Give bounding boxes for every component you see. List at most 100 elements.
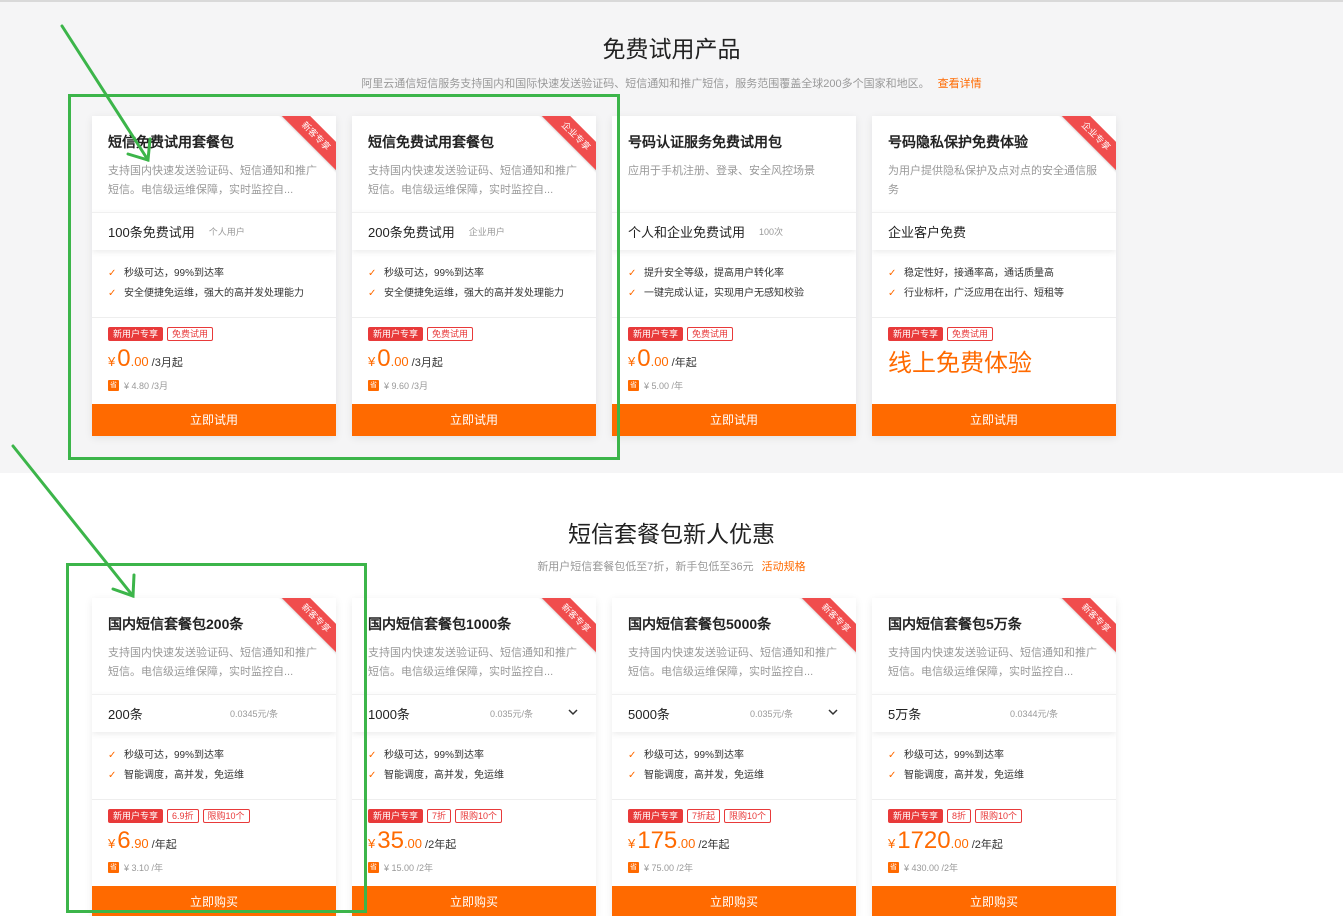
feature-item: ✓ 秒级可达，99%到达率 — [628, 746, 840, 766]
spec-selector[interactable]: 1000条 0.035元/条 — [352, 694, 596, 732]
promo-tag: 新用户专享 — [888, 327, 944, 341]
spec-note: 0.035元/条 — [750, 709, 794, 719]
original-price: 省 ¥ 75.00 /2年 — [628, 861, 840, 874]
feature-text: 一键完成认证，实现用户无感知校验 — [644, 288, 804, 299]
original-price: 省 ¥ 430.00 /2年 — [888, 861, 1100, 874]
tag-list: 新用户专享 8折 限购10个 — [888, 809, 1100, 823]
feature-item: ✓ 提升安全等级，提高用户转化率 — [628, 264, 840, 284]
section-subtitle: 阿里云通信短信服务支持国内和国际快速发送验证码、短信通知和推广短信，服务范围覆盖… — [0, 75, 1343, 91]
price-decimal: .00 — [403, 836, 423, 851]
feature-item: ✓ 稳定性好，接通率高，通话质量高 — [888, 264, 1100, 284]
free-experience-text: 线上免费体验 — [888, 350, 1032, 377]
buy-now-button[interactable]: 立即购买 — [352, 886, 596, 916]
spec-note: 0.0344元/条 — [1010, 709, 1059, 719]
chevron-down-icon[interactable] — [826, 705, 840, 719]
original-price-text: ¥ 430.00 /2年 — [904, 863, 959, 873]
price-currency: ¥ — [628, 354, 636, 369]
ribbon-label: 新客专享 — [794, 598, 856, 660]
chevron-down-icon[interactable] — [566, 705, 580, 719]
subtitle-text: 新用户短信套餐包低至7折，新手包低至36元 — [537, 561, 754, 573]
original-price-text: ¥ 15.00 /2年 — [384, 863, 434, 873]
buy-now-button[interactable]: 立即购买 — [872, 886, 1116, 916]
original-price-text: ¥ 75.00 /2年 — [644, 863, 694, 873]
view-details-link[interactable]: 查看详情 — [938, 78, 982, 90]
spec-selector: 个人和企业免费试用 100次 — [612, 212, 856, 250]
price: ¥175.00/2年起 — [628, 827, 840, 857]
price: ¥0.00/年起 — [628, 345, 840, 375]
spec-selector[interactable]: 5000条 0.035元/条 — [612, 694, 856, 732]
check-icon: ✓ — [888, 288, 897, 299]
price-currency: ¥ — [628, 836, 636, 851]
spec-value: 企业客户免费 — [888, 225, 967, 240]
feature-text: 智能调度，高并发，免运维 — [644, 770, 764, 781]
product-card[interactable]: 新客专享 国内短信套餐包1000条 支持国内快速发送验证码、短信通知和推广短信。电信… — [352, 598, 596, 916]
try-now-button[interactable]: 立即试用 — [872, 404, 1116, 436]
card-header: 号码认证服务免费试用包 应用于手机注册、登录、安全风控场景 — [612, 116, 856, 212]
feature-text: 行业标杆，广泛应用在出行、短租等 — [904, 288, 1064, 299]
spec-value: 5万条 — [888, 707, 922, 722]
feature-list: ✓ 秒级可达，99%到达率 ✓ 智能调度，高并发，免运维 — [352, 732, 596, 800]
annotation-highlight-box — [66, 563, 367, 913]
promo-tag: 免费试用 — [947, 327, 994, 341]
buy-now-button[interactable]: 立即购买 — [612, 886, 856, 916]
promo-tag: 限购10个 — [975, 809, 1023, 823]
ribbon-label: 新客专享 — [1054, 598, 1116, 660]
price-unit: /2年起 — [425, 839, 457, 851]
check-icon: ✓ — [628, 288, 637, 299]
price: ¥1720.00/2年起 — [888, 827, 1100, 857]
feature-item: ✓ 智能调度，高并发，免运维 — [368, 766, 580, 786]
feature-text: 稳定性好，接通率高，通话质量高 — [904, 268, 1054, 279]
check-icon: ✓ — [628, 268, 637, 279]
product-card[interactable]: 新客专享 国内短信套餐包5万条 支持国内快速发送验证码、短信通知和推广短信。电信级运… — [872, 598, 1116, 916]
feature-item: ✓ 行业标杆，广泛应用在出行、短租等 — [888, 284, 1100, 304]
feature-item: ✓ 智能调度，高并发，免运维 — [888, 766, 1100, 786]
original-price: 省 ¥ 15.00 /2年 — [368, 861, 580, 874]
original-price-text: ¥ 5.00 /年 — [644, 381, 684, 391]
promo-tag: 7折起 — [687, 809, 721, 823]
feature-text: 秒级可达，99%到达率 — [644, 750, 745, 761]
promo-tag: 免费试用 — [687, 327, 734, 341]
feature-list: ✓ 秒级可达，99%到达率 ✓ 智能调度，高并发，免运维 — [612, 732, 856, 800]
feature-text: 智能调度，高并发，免运维 — [904, 770, 1024, 781]
price-integer: 175 — [637, 827, 678, 854]
section-title: 免费试用产品 — [602, 36, 741, 62]
tag-list: 新用户专享 免费试用 — [888, 327, 1100, 341]
feature-item: ✓ 智能调度，高并发，免运维 — [628, 766, 840, 786]
tag-list: 新用户专享 7折 限购10个 — [368, 809, 580, 823]
ribbon-badge: 新客专享 — [534, 598, 596, 660]
price-unit: /2年起 — [971, 839, 1003, 851]
try-now-button[interactable]: 立即试用 — [612, 404, 856, 436]
card-title: 号码认证服务免费试用包 — [628, 134, 782, 150]
product-card[interactable]: 企业专享 号码隐私保护免费体验 为用户提供隐私保护及点对点的安全通信服务 企业客户免费… — [872, 116, 1116, 436]
promo-tag: 8折 — [947, 809, 972, 823]
product-card[interactable]: 号码认证服务免费试用包 应用于手机注册、登录、安全风控场景 个人和企业免费试用 100… — [612, 116, 856, 436]
price-unit: /2年起 — [698, 839, 730, 851]
promo-tag: 新用户专享 — [888, 809, 944, 823]
save-badge-icon: 省 — [888, 862, 899, 873]
product-card[interactable]: 新客专享 国内短信套餐包5000条 支持国内快速发送验证码、短信通知和推广短信。电信… — [612, 598, 856, 916]
price: ¥35.00/2年起 — [368, 827, 580, 857]
spec-value: 1000条 — [368, 707, 410, 722]
feature-text: 秒级可达，99%到达率 — [384, 750, 485, 761]
feature-list: ✓ 提升安全等级，提高用户转化率 ✓ 一键完成认证，实现用户无感知校验 — [612, 250, 856, 318]
promo-tag: 新用户专享 — [368, 809, 424, 823]
spec-selector: 企业客户免费 — [872, 212, 1116, 250]
feature-text: 提升安全等级，提高用户转化率 — [644, 268, 784, 279]
check-icon: ✓ — [368, 750, 377, 761]
feature-text: 智能调度，高并发，免运维 — [384, 770, 504, 781]
activity-rules-link[interactable]: 活动规格 — [762, 561, 806, 573]
ribbon-label: 新客专享 — [534, 598, 596, 660]
spec-selector: 5万条 0.0344元/条 — [872, 694, 1116, 732]
price-decimal: .00 — [677, 836, 696, 851]
ribbon-label: 企业专享 — [1054, 116, 1116, 178]
price-area: 新用户专享 免费试用线上免费体验 — [872, 318, 1116, 404]
subtitle-text: 阿里云通信短信服务支持国内和国际快速发送验证码、短信通知和推广短信，服务范围覆盖… — [361, 78, 930, 90]
price-decimal: .00 — [650, 354, 669, 369]
spec-value: 个人和企业免费试用 — [628, 225, 746, 240]
feature-item: ✓ 秒级可达，99%到达率 — [888, 746, 1100, 766]
feature-list: ✓ 秒级可达，99%到达率 ✓ 智能调度，高并发，免运维 — [872, 732, 1116, 800]
promo-tag: 新用户专享 — [628, 327, 684, 341]
price-area: 新用户专享 7折起 限购10个 ¥175.00/2年起省 ¥ 75.00 /2年 — [612, 800, 856, 886]
ribbon-badge: 新客专享 — [794, 598, 856, 660]
check-icon: ✓ — [888, 750, 897, 761]
